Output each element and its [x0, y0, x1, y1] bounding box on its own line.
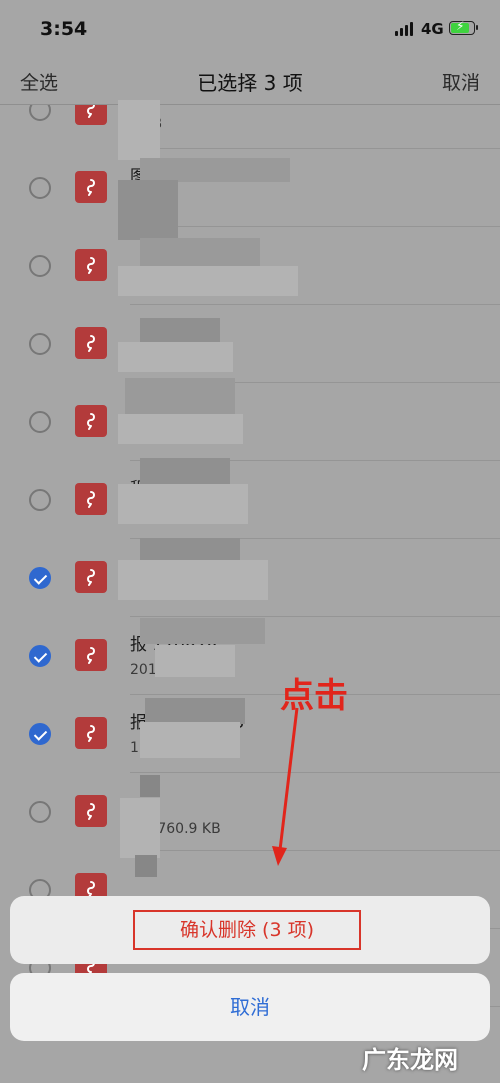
watermark: 广东龙网: [362, 1046, 458, 1074]
unchecked-circle-icon[interactable]: [29, 255, 51, 277]
file-row[interactable]: 体检汇总3.5 MB: [0, 383, 500, 461]
checked-circle-icon[interactable]: [29, 567, 51, 589]
annotation-label: 点击: [280, 676, 348, 716]
unchecked-circle-icon[interactable]: [29, 489, 51, 511]
pdf-file-icon: [75, 105, 107, 125]
file-row[interactable]: 3 KB: [0, 105, 500, 149]
confirm-delete-button[interactable]: 确认删除 (3 项): [133, 910, 361, 950]
page-title: 已选择 3 项: [197, 71, 303, 95]
file-row[interactable]: 报 27 1118531 4.0 MB: [0, 695, 500, 773]
signal-icon: [395, 22, 415, 36]
status-time: 3:54: [40, 18, 88, 40]
pdf-file-icon: [75, 795, 107, 827]
unchecked-circle-icon[interactable]: [29, 105, 51, 121]
battery-icon: ⚡: [449, 19, 478, 35]
unchecked-circle-icon[interactable]: [29, 411, 51, 433]
file-row[interactable]: 程图2.4 MB: [0, 461, 500, 539]
pdf-file-icon: [75, 249, 107, 281]
pdf-file-icon: [75, 717, 107, 749]
pdf-file-icon: [75, 483, 107, 515]
unchecked-circle-icon[interactable]: [29, 333, 51, 355]
pdf-file-icon: [75, 405, 107, 437]
cancel-selection-button[interactable]: 取消: [442, 68, 480, 95]
file-row[interactable]: 日 1010.5 KB: [0, 305, 500, 383]
pdf-file-icon: [75, 639, 107, 671]
nav-bar: 全选 已选择 3 项 取消: [0, 58, 500, 105]
status-bar: 3:54 4G ⚡: [0, 0, 500, 58]
checked-circle-icon[interactable]: [29, 723, 51, 745]
pdf-file-icon: [75, 327, 107, 359]
cancel-delete-button[interactable]: 取消: [10, 973, 490, 1041]
pdf-file-icon: [75, 561, 107, 593]
checked-circle-icon[interactable]: [29, 645, 51, 667]
unchecked-circle-icon[interactable]: [29, 801, 51, 823]
file-row[interactable]: 0日 760.9 KB: [0, 773, 500, 851]
pdf-file-icon: [75, 171, 107, 203]
unchecked-circle-icon[interactable]: [29, 177, 51, 199]
network-type: 4G: [421, 20, 444, 38]
